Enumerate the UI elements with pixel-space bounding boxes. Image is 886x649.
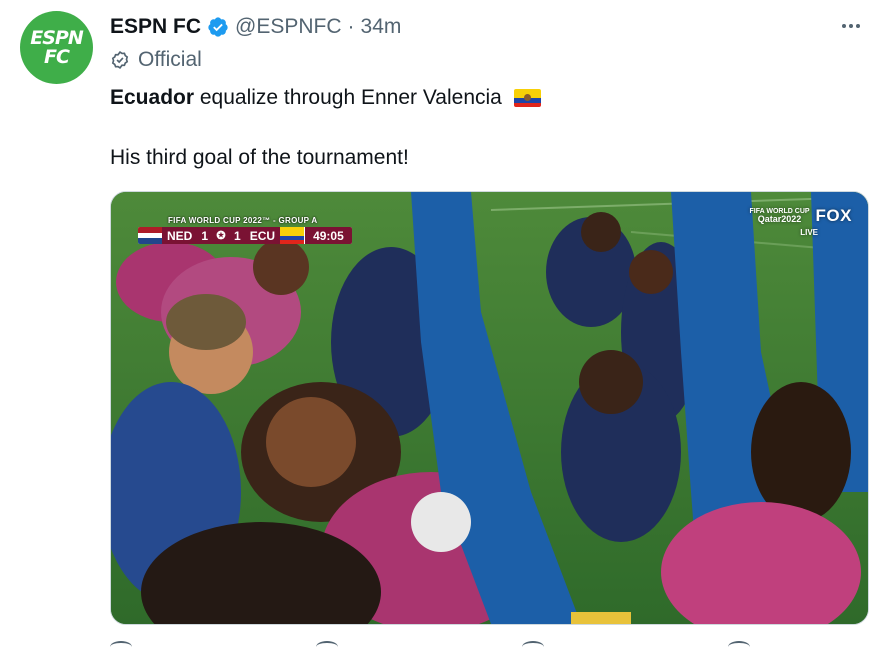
live-indicator: LIVE: [800, 228, 818, 237]
celebration-photo: [111, 192, 868, 624]
scorebug: FIFA WORLD CUP 2022™ - GROUP A NED 1 ✪ 1…: [138, 216, 352, 244]
event-sub: Qatar2022: [757, 214, 802, 224]
avatar-line1: ESPN: [30, 27, 83, 50]
tweet-text-rest: equalize through Enner Valencia: [194, 86, 502, 109]
tweet[interactable]: ESPN FC ESPN FC @ESPNFC · 34m Official E…: [0, 0, 886, 649]
tweet-text-line2: His third goal of the tournament!: [110, 146, 409, 169]
timestamp[interactable]: 34m: [361, 15, 402, 39]
broadcast-logo: FIFA WORLD CUP Qatar2022 FOX LIVE: [750, 206, 852, 237]
tweet-text-bold: Ecuador: [110, 86, 195, 109]
official-label-text: Official: [138, 48, 202, 71]
tweet-text-line1: Ecuador equalize through Enner Valencia: [110, 86, 541, 110]
scorebug-bar: NED 1 ✪ 1 ECU 49:05: [138, 227, 352, 244]
match-clock: 49:05: [305, 227, 352, 244]
away-score: 1: [230, 227, 245, 244]
world-cup-logo: FIFA WORLD CUP Qatar2022: [750, 208, 810, 224]
official-label-icon: [110, 50, 130, 70]
display-name[interactable]: ESPN FC: [110, 15, 201, 39]
handle[interactable]: @ESPNFC: [235, 15, 342, 39]
like-icon[interactable]: [522, 641, 544, 649]
more-options-icon[interactable]: [836, 14, 866, 38]
retweet-icon[interactable]: [316, 641, 338, 649]
away-team: ECU: [244, 227, 281, 244]
verified-badge-icon: [207, 16, 229, 38]
home-team: NED: [162, 227, 198, 244]
ball-icon: ✪: [212, 227, 231, 244]
separator: ·: [347, 15, 355, 38]
avatar-line2: FC: [44, 45, 70, 68]
network-logo: FOX: [815, 206, 852, 225]
netherlands-flag-icon: [138, 227, 162, 244]
home-score: 1: [197, 227, 213, 244]
official-label: Official: [110, 48, 202, 72]
scorebug-competition: FIFA WORLD CUP 2022™ - GROUP A: [168, 216, 318, 225]
share-icon[interactable]: [728, 641, 750, 649]
reply-icon[interactable]: [110, 641, 132, 649]
tweet-actions: [110, 641, 750, 649]
tweet-header: ESPN FC @ESPNFC · 34m: [110, 12, 401, 42]
ecuador-flag-icon: [513, 89, 541, 107]
ecuador-flag-small-icon: [280, 227, 305, 244]
avatar[interactable]: ESPN FC: [20, 11, 93, 84]
tweet-media-image[interactable]: FIFA WORLD CUP 2022™ - GROUP A NED 1 ✪ 1…: [110, 191, 869, 625]
